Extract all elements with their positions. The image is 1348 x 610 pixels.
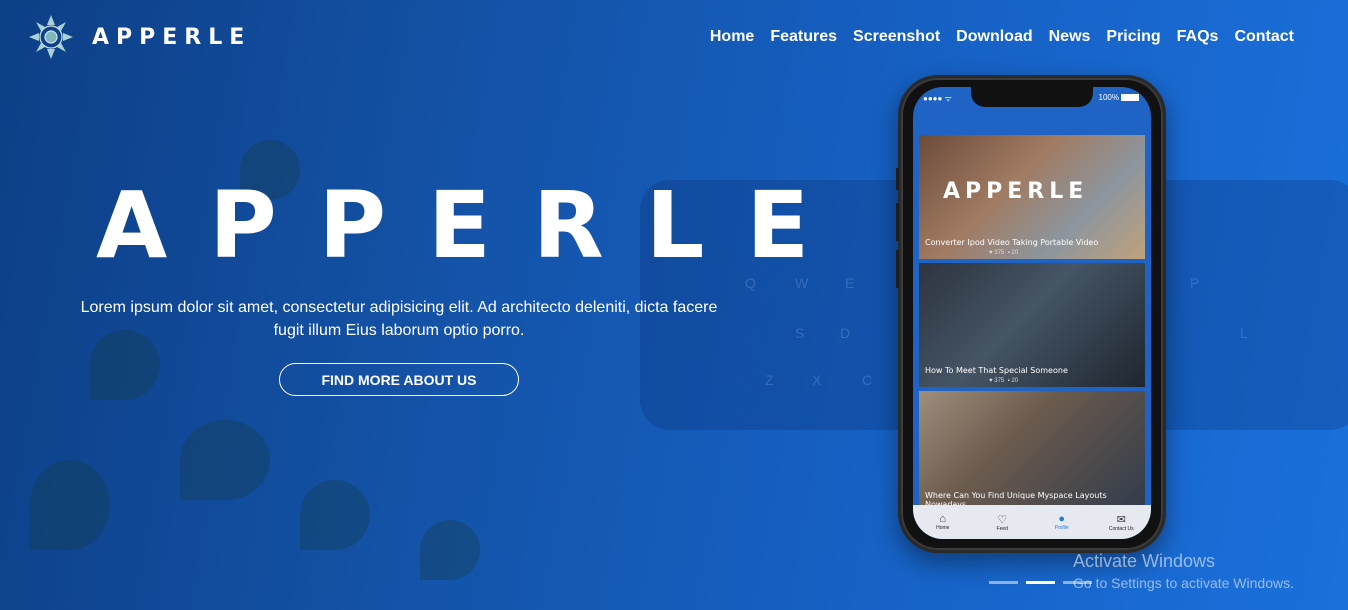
nav-faqs[interactable]: FAQs (1177, 28, 1219, 46)
post-title: Converter Ipod Video Taking Portable Vid… (925, 238, 1099, 247)
post-title: How To Meet That Special Someone (925, 366, 1068, 375)
watermark-title: Activate Windows (1073, 551, 1216, 571)
comment-icon: ▪ (1007, 250, 1010, 256)
signal-wifi-icon: ●●●● ᯤ (923, 94, 952, 103)
post-meta: ♥ 375 ▪ 20 (989, 378, 1018, 384)
likes-count: 375 (994, 378, 1005, 384)
battery-icon (1121, 94, 1139, 102)
comments-count: 20 (1011, 378, 1019, 384)
home-icon: ⌂ (939, 513, 947, 525)
battery-indicator: 100% (1099, 93, 1139, 104)
main-nav: Home Features Screenshot Download News P… (710, 28, 1294, 46)
comments-count: 20 (1011, 250, 1019, 256)
comment-icon: ▪ (1007, 378, 1010, 384)
post-card[interactable]: Where Can You Find Unique Myspace Layout… (919, 391, 1145, 515)
find-more-button[interactable]: FIND MORE ABOUT US (279, 363, 519, 396)
phone-tab-bar: ⌂ Home ♡ Feed ● Profile ✉ Contact Us (913, 505, 1151, 539)
brand-logo[interactable]: APPERLE (26, 14, 251, 60)
tab-contact-us[interactable]: ✉ Contact Us (1096, 513, 1146, 532)
phone-screen: ●●●● ᯤ 100% APPERLE Converter Ipod Video… (913, 87, 1151, 539)
user-icon: ● (1058, 513, 1066, 525)
watermark-subtitle: Go to Settings to activate Windows. (1073, 575, 1294, 591)
nav-download[interactable]: Download (956, 28, 1032, 46)
tab-profile[interactable]: ● Profile (1037, 513, 1087, 531)
card-logo-text: APPERLE (943, 179, 1089, 204)
post-list: APPERLE Converter Ipod Video Taking Port… (919, 135, 1145, 519)
phone-mockup: ●●●● ᯤ 100% APPERLE Converter Ipod Video… (896, 75, 1166, 553)
nav-home[interactable]: Home (710, 28, 754, 46)
activate-windows-watermark: Activate Windows Go to Settings to activ… (1073, 551, 1294, 591)
nav-contact[interactable]: Contact (1234, 28, 1294, 46)
nav-news[interactable]: News (1049, 28, 1091, 46)
post-card[interactable]: APPERLE Converter Ipod Video Taking Port… (919, 135, 1145, 259)
heart-icon: ♥ (989, 250, 993, 256)
slider-dot[interactable] (989, 581, 1018, 584)
post-meta: ♥ 375 ▪ 20 (989, 250, 1018, 256)
tab-feed[interactable]: ♡ Feed (977, 513, 1027, 532)
nav-features[interactable]: Features (770, 28, 837, 46)
post-card[interactable]: How To Meet That Special Someone ♥ 375 ▪… (919, 263, 1145, 387)
hero-title: APPERLE (96, 172, 852, 279)
heart-icon: ♥ (989, 378, 993, 384)
mandala-logo-icon (29, 15, 73, 59)
likes-count: 375 (994, 250, 1005, 256)
slider-dot[interactable] (1026, 581, 1055, 584)
hero-description: Lorem ipsum dolor sit amet, consectetur … (80, 299, 718, 339)
nav-screenshot[interactable]: Screenshot (853, 28, 940, 46)
nav-pricing[interactable]: Pricing (1106, 28, 1160, 46)
tab-home[interactable]: ⌂ Home (918, 513, 968, 531)
heart-icon: ♡ (997, 513, 1008, 526)
envelope-icon: ✉ (1116, 513, 1126, 526)
logo-text: APPERLE (92, 24, 252, 50)
phone-status-bar: ●●●● ᯤ 100% (923, 93, 1139, 104)
